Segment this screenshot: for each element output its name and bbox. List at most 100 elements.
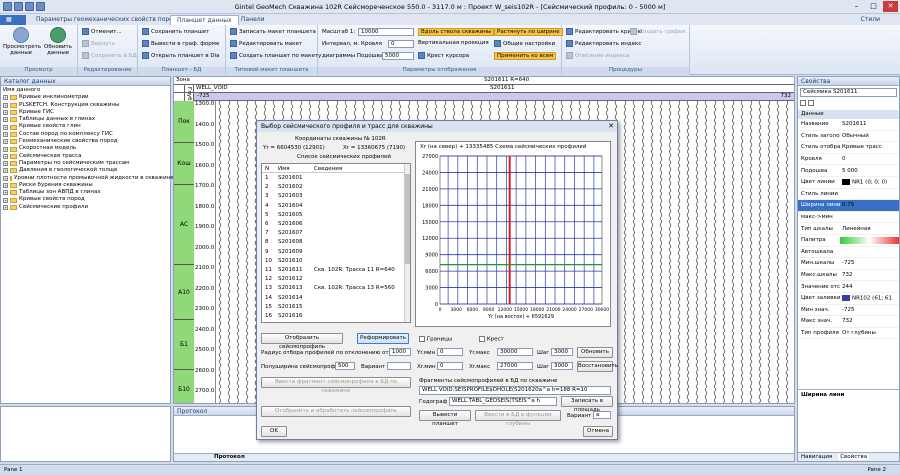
profile-row[interactable]: 3 S201603	[262, 192, 404, 201]
step1-input[interactable]: 3000	[551, 348, 573, 356]
xr-min-input[interactable]: 0	[437, 362, 463, 370]
expand-icon[interactable]: +	[3, 146, 8, 152]
maximize-icon[interactable]: □	[866, 1, 881, 12]
open-tablet-button[interactable]: Открыть планшет в Dia	[142, 52, 219, 59]
expand-icon[interactable]: +	[3, 131, 8, 137]
scale-input[interactable]: 10000	[358, 28, 414, 36]
expand-icon[interactable]: +	[3, 153, 8, 159]
expand-icon[interactable]: +	[3, 124, 8, 130]
undo-button[interactable]: Отменит...	[82, 28, 122, 35]
stretch-width-button[interactable]: Растянуть по ширине	[494, 28, 563, 36]
profile-row[interactable]: 4 S201604	[262, 202, 404, 211]
vertical-projection-button[interactable]: Вертикальная проекция	[418, 40, 489, 46]
view-data-button[interactable]: Просмотреть данные	[3, 27, 41, 56]
profile-row[interactable]: 13 S201613 Скв. 102R: Трасса 13 R=560	[262, 284, 404, 293]
tab-navigation[interactable]: Навигация	[801, 454, 832, 460]
dialog-close-icon[interactable]: ✕	[608, 122, 614, 130]
profile-row[interactable]: 16 S201616	[262, 312, 404, 321]
half-width-input[interactable]: 500	[335, 362, 355, 370]
apply-all-button[interactable]: Применить ко всем	[494, 52, 557, 60]
tree-item[interactable]: + Риски бурения скважины	[3, 182, 168, 189]
property-row[interactable]: Цвет заливки NR102 (61; 61	[798, 293, 899, 305]
radius-input[interactable]: 1000	[389, 348, 411, 356]
general-settings-button[interactable]: Общие настройки	[494, 40, 555, 47]
save-db-button[interactable]: Сохранить в БД	[82, 52, 137, 59]
step2-input[interactable]: 3000	[551, 362, 573, 370]
write-area-button[interactable]: Записать в площадь	[561, 396, 613, 413]
ok-button[interactable]: OK	[261, 426, 287, 437]
expand-icon[interactable]: +	[3, 117, 8, 123]
create-tablet-button[interactable]: Создать планшет по макету	[230, 52, 321, 59]
process-profile-button[interactable]: Отобразить и обработать сейсмопрофиль	[261, 406, 411, 417]
property-row[interactable]: Мин.шкалы -725	[798, 258, 899, 270]
file-menu-button[interactable]: ▦	[0, 15, 26, 25]
profiles-map[interactable]: Xr (на север) + 13335485 Схема сейсмичес…	[415, 141, 611, 327]
display-profile-button[interactable]: Отобразить сейсмопрофиль	[261, 333, 343, 350]
property-row[interactable]: Макс.шкалы 732	[798, 270, 899, 282]
bounds-checkbox[interactable]	[419, 336, 425, 342]
cursor-cross-button[interactable]: Крест курсора	[418, 52, 469, 59]
property-row[interactable]: Стиль линии	[798, 189, 899, 201]
expand-icon[interactable]: +	[3, 197, 8, 203]
expand-icon[interactable]: +	[3, 168, 8, 174]
profile-row[interactable]: 7 S201607	[262, 229, 404, 238]
expand-icon[interactable]: +	[3, 139, 8, 145]
tab-panels[interactable]: Панели	[235, 15, 271, 25]
property-row[interactable]: Название S201611	[798, 119, 899, 131]
edit-index-button[interactable]: Редактировать индекс	[566, 40, 641, 47]
property-row[interactable]: Тип шкалы Линейная	[798, 223, 899, 235]
property-row[interactable]: Мин знач. -725	[798, 305, 899, 317]
property-row[interactable]: Цвет линии NR1 (0; 0; 0)	[798, 177, 899, 189]
property-row[interactable]: Стиль заголо Обычный	[798, 131, 899, 143]
profile-row[interactable]: 15 S201615	[262, 303, 404, 312]
export-graph-button[interactable]: Вывести в граф. форме	[142, 40, 219, 47]
fragments-select[interactable]: WELL VOID.SEISPROFILE$DHOLE(S201620a^a h…	[419, 386, 611, 395]
tree-item[interactable]: + Уровни плотности промывочной жидкости в…	[3, 175, 174, 182]
property-row[interactable]: Макс знач. 732	[798, 316, 899, 328]
object-selector[interactable]: Сейсмика S201611	[800, 88, 897, 97]
expand-icon[interactable]: +	[3, 190, 8, 196]
property-row[interactable]: Палитра	[798, 235, 899, 247]
tree-item[interactable]: + Кривые свойств пород	[3, 196, 168, 203]
expand-icon[interactable]: +	[3, 204, 8, 210]
variant-input[interactable]	[387, 362, 411, 370]
expand-icon[interactable]: +	[3, 161, 8, 167]
profile-row[interactable]: 1 S201601	[262, 174, 404, 183]
profile-row[interactable]: 8 S201608	[262, 238, 404, 247]
create-graph-button[interactable]: Создать график	[630, 28, 686, 35]
yr-max-input[interactable]: 30000	[497, 348, 533, 356]
tree-item[interactable]: + Сейсмические профили	[3, 204, 168, 211]
property-row[interactable]: Подошва 5 000	[798, 165, 899, 177]
expand-icon[interactable]: +	[3, 183, 8, 188]
tree-item[interactable]: + Кривые ГИС	[3, 109, 168, 116]
tab-geomech-params[interactable]: Параметры геомеханических свойств пород	[30, 15, 183, 25]
property-row[interactable]: Стиль отобра Кривые трасс	[798, 142, 899, 154]
output-tablet-button[interactable]: Вывести планшет	[419, 410, 471, 427]
profile-row[interactable]: 11 S201611 Скв. 102R: Трасса 11 R=640	[262, 266, 404, 275]
tree-item[interactable]: + Состав пород по комплексу ГИС	[3, 131, 168, 138]
save-tablet-button[interactable]: Сохранить планшет	[142, 28, 209, 35]
alphabetical-icon[interactable]	[807, 99, 814, 106]
tree-item[interactable]: + Скоростная модель	[3, 145, 168, 152]
categorized-icon[interactable]	[800, 99, 806, 106]
protocol-tab[interactable]: Протокол	[214, 454, 245, 460]
property-row[interactable]: Значение отс 244	[798, 281, 899, 293]
refresh-data-button[interactable]: Обновить данные	[40, 27, 76, 56]
minimize-icon[interactable]: –	[849, 1, 864, 12]
profile-row[interactable]: 5 S201605	[262, 211, 404, 220]
property-row[interactable]: макс->мин	[798, 212, 899, 224]
property-row[interactable]: Автошкала	[798, 247, 899, 259]
edit-layout-button[interactable]: Редактировать макет	[230, 40, 302, 47]
close-icon[interactable]: ✕	[883, 1, 898, 12]
redo-button[interactable]: Вернуть	[82, 40, 115, 47]
write-layout-button[interactable]: Записать макет планшета	[230, 28, 316, 35]
expand-icon[interactable]: +	[3, 102, 8, 108]
expand-icon[interactable]: +	[3, 175, 8, 181]
tree-item[interactable]: + Сейсмическая трасса	[3, 153, 168, 160]
tab-properties[interactable]: Свойства	[838, 454, 870, 460]
xr-max-input[interactable]: 27000	[497, 362, 533, 370]
tree-item[interactable]: + Кривые инклинометрии	[3, 94, 168, 101]
insert-fragment-button[interactable]: Ввести фрагмент сейсмопрофиля в БД по ск…	[261, 377, 411, 394]
property-row[interactable]: Тип профиля От глубины	[798, 328, 899, 340]
styles-menu[interactable]: Стили	[855, 15, 886, 25]
